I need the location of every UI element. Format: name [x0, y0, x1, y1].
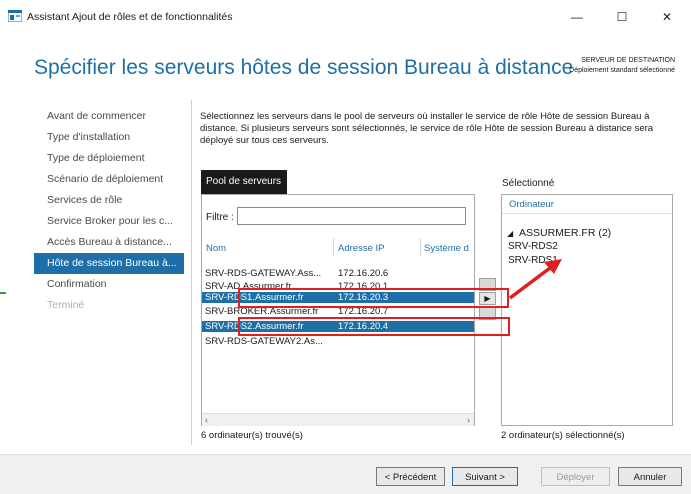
header-separator — [502, 213, 672, 214]
annotation-arrow-icon — [508, 259, 562, 300]
previous-button[interactable]: < Précédent — [376, 467, 445, 486]
nav-item-type-deploiement[interactable]: Type de déploiement — [34, 148, 184, 169]
selected-count: 2 ordinateur(s) sélectionné(s) — [501, 430, 625, 441]
column-header-computer[interactable]: Ordinateur — [509, 199, 554, 210]
cancel-button[interactable]: Annuler — [618, 467, 682, 486]
nav-item-service-broker[interactable]: Service Broker pour les c... — [34, 211, 184, 232]
column-separator[interactable] — [333, 238, 334, 256]
minimize-button[interactable]: — — [555, 6, 599, 28]
filter-input[interactable] — [237, 207, 466, 225]
column-header-ip[interactable]: Adresse IP — [338, 243, 384, 254]
filter-label: Filtre : — [206, 212, 234, 223]
instructions-text: Sélectionnez les serveurs dans le pool d… — [200, 111, 654, 146]
tab-server-pool[interactable]: Pool de serveurs — [201, 170, 287, 194]
selected-label: Sélectionné — [502, 178, 555, 189]
nav-item-avant-de-commencer[interactable]: Avant de commencer — [34, 106, 184, 127]
annotation-box — [238, 288, 509, 308]
nav-item-termine: Terminé — [47, 299, 85, 311]
window-title: Assistant Ajout de rôles et de fonctionn… — [27, 11, 233, 23]
scroll-left-icon[interactable]: ‹ — [205, 414, 208, 426]
nav-item-confirmation[interactable]: Confirmation — [34, 274, 184, 295]
next-button[interactable]: Suivant > — [452, 467, 518, 486]
wizard-nav: Avant de commencer Type d'installation T… — [34, 106, 184, 316]
destination-server-value: Déploiement standard sélectionné — [569, 67, 675, 74]
selected-item[interactable]: SRV-RDS2 — [508, 241, 558, 252]
table-row[interactable]: SRV-RDS-GATEWAY.Ass... 172.16.20.6 — [202, 268, 474, 279]
group-header[interactable]: ASSURMER.FR (2) — [519, 227, 611, 239]
horizontal-scrollbar[interactable]: ‹ › — [202, 413, 474, 426]
nav-divider — [191, 100, 192, 445]
server-manager-icon — [8, 10, 22, 22]
nav-item-scenario-deploiement[interactable]: Scénario de déploiement — [34, 169, 184, 190]
column-header-name[interactable]: Nom — [206, 243, 226, 254]
column-separator[interactable] — [420, 238, 421, 256]
nav-item-acces-bureau[interactable]: Accès Bureau à distance... — [34, 232, 184, 253]
column-header-os[interactable]: Système d — [424, 243, 472, 254]
annotation-box — [238, 317, 510, 336]
nav-item-services-de-role[interactable]: Services de rôle — [34, 190, 184, 211]
edge-marker — [0, 292, 6, 294]
row-name: SRV-RDS-GATEWAY.Ass... — [205, 268, 322, 279]
row-ip: 172.16.20.6 — [338, 268, 389, 279]
nav-item-type-installation[interactable]: Type d'installation — [34, 127, 184, 148]
nav-item-hote-session[interactable]: Hôte de session Bureau à... — [34, 253, 184, 274]
close-button[interactable]: ✕ — [645, 6, 689, 28]
page-title: Spécifier les serveurs hôtes de session … — [34, 56, 574, 79]
collapse-arrow-icon[interactable]: ◢ — [507, 229, 513, 238]
scroll-right-icon[interactable]: › — [467, 414, 470, 426]
row-name: SRV-RDS-GATEWAY2.As... — [205, 336, 323, 347]
maximize-button[interactable]: ☐ — [600, 6, 644, 28]
destination-server-label: SERVEUR DE DESTINATION — [581, 57, 675, 64]
deploy-button: Déployer — [541, 467, 610, 486]
table-row[interactable]: SRV-RDS-GATEWAY2.As... — [202, 336, 474, 347]
found-count: 6 ordinateur(s) trouvé(s) — [201, 430, 303, 441]
